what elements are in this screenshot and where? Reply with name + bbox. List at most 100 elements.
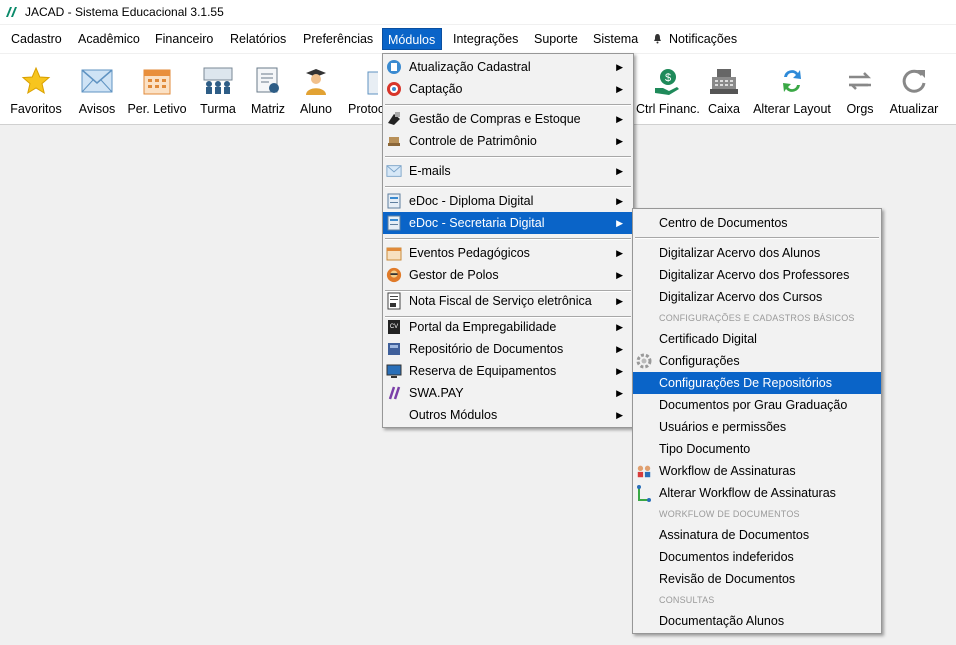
menu-item-portal-empregabilidade[interactable]: CV Portal da Empregabilidade ▶ bbox=[383, 316, 633, 338]
menu-separator bbox=[385, 238, 631, 240]
star-icon bbox=[21, 66, 51, 95]
menu-item-digitalizar-cursos[interactable]: Digitalizar Acervo dos Cursos bbox=[633, 286, 881, 308]
toolbar-turma-button[interactable]: Turma bbox=[194, 54, 242, 124]
menu-item-swapay[interactable]: SWA.PAY ▶ bbox=[383, 382, 633, 404]
menu-item-configuracoes-repositorios[interactable]: Configurações De Repositórios bbox=[633, 372, 881, 394]
menu-item-nota-fiscal[interactable]: Nota Fiscal de Serviço eletrônica ▶ bbox=[383, 290, 633, 312]
toolbar-alterar-layout-button[interactable]: Alterar Layout bbox=[751, 54, 833, 124]
menu-item-label: Outros Módulos bbox=[409, 408, 498, 422]
menu-item-assinatura-documentos[interactable]: Assinatura de Documentos bbox=[633, 524, 881, 546]
cash-register-icon bbox=[710, 69, 738, 94]
toolbar-label: Favoritos bbox=[10, 102, 62, 116]
menu-item-edoc-secretaria[interactable]: eDoc - Secretaria Digital ▶ bbox=[383, 212, 633, 234]
menu-section-header: CONSULTAS bbox=[659, 595, 715, 605]
toolbar-label: Per. Letivo bbox=[127, 102, 187, 116]
jacad-logo-icon bbox=[6, 7, 17, 17]
menu-item-label: Portal da Empregabilidade bbox=[409, 320, 557, 334]
menu-item-atualizacao-cadastral[interactable]: Atualização Cadastral ▶ bbox=[383, 56, 633, 78]
menu-cadastro[interactable]: Cadastro bbox=[6, 28, 67, 50]
svg-text:CV: CV bbox=[390, 324, 398, 330]
bell-icon bbox=[654, 34, 661, 44]
menu-academico[interactable]: Acadêmico bbox=[73, 28, 145, 50]
menu-item-repositorio-documentos[interactable]: Repositório de Documentos ▶ bbox=[383, 338, 633, 360]
notificacoes-label: Notificações bbox=[669, 32, 738, 46]
menu-item-reserva-equipamentos[interactable]: Reserva de Equipamentos ▶ bbox=[383, 360, 633, 382]
menu-item-emails[interactable]: E-mails ▶ bbox=[383, 160, 633, 182]
menu-separator bbox=[385, 186, 631, 188]
menu-item-captacao[interactable]: Captação ▶ bbox=[383, 78, 633, 100]
menu-item-documentos-grau[interactable]: Documentos por Grau Graduação bbox=[633, 394, 881, 416]
menu-item-label: Certificado Digital bbox=[659, 332, 757, 346]
toolbar-protocolo-button[interactable]: Protoc bbox=[344, 54, 384, 124]
toolbar-label: Matriz bbox=[250, 102, 286, 116]
swapay-icon bbox=[388, 386, 401, 400]
menu-item-label: Captação bbox=[409, 82, 463, 96]
toolbar-per-letivo-button[interactable]: Per. Letivo bbox=[126, 54, 188, 124]
toolbar-orgs-button[interactable]: Orgs bbox=[840, 54, 880, 124]
menu-item-edoc-diploma[interactable]: eDoc - Diploma Digital ▶ bbox=[383, 190, 633, 212]
toolbar-ctrl-financ-button[interactable]: $ Ctrl Financ. bbox=[636, 54, 700, 124]
menu-item-label: Centro de Documentos bbox=[659, 216, 788, 230]
toolbar-atualizar-button[interactable]: Atualizar bbox=[888, 54, 940, 124]
events-icon bbox=[386, 247, 402, 261]
menu-item-workflow-assinaturas[interactable]: Workflow de Assinaturas bbox=[633, 460, 881, 482]
menu-modulos[interactable]: Módulos bbox=[382, 28, 442, 50]
toolbar-label: Protoc bbox=[348, 102, 384, 116]
toolbar-aluno-button[interactable]: Aluno bbox=[295, 54, 337, 124]
menu-item-documentos-indeferidos[interactable]: Documentos indeferidos bbox=[633, 546, 881, 568]
menu-item-outros-modulos[interactable]: Outros Módulos ▶ bbox=[383, 404, 633, 426]
menu-item-usuarios-permissoes[interactable]: Usuários e permissões bbox=[633, 416, 881, 438]
submenu-arrow-icon: ▶ bbox=[616, 114, 623, 124]
submenu-arrow-icon: ▶ bbox=[616, 388, 623, 398]
protocol-icon bbox=[367, 71, 378, 95]
menu-sistema[interactable]: Sistema bbox=[588, 28, 643, 50]
menu-item-certificado-digital[interactable]: Certificado Digital bbox=[633, 328, 881, 350]
menu-preferencias[interactable]: Preferências bbox=[298, 28, 378, 50]
toolbar-caixa-button[interactable]: Caixa bbox=[702, 54, 746, 124]
menu-item-centro-documentos[interactable]: Centro de Documentos bbox=[633, 212, 881, 234]
menu-financeiro[interactable]: Financeiro bbox=[150, 28, 218, 50]
menu-item-label: Configurações bbox=[659, 354, 740, 368]
menu-notificacoes[interactable]: Notificações bbox=[648, 28, 742, 50]
menu-item-label: Workflow de Assinaturas bbox=[659, 464, 796, 478]
menu-item-label: Repositório de Documentos bbox=[409, 342, 564, 356]
invoice-icon bbox=[387, 292, 401, 310]
submenu-arrow-icon: ▶ bbox=[616, 196, 623, 206]
menu-item-eventos-pedagogicos[interactable]: Eventos Pedagógicos ▶ bbox=[383, 242, 633, 264]
menu-item-configuracoes[interactable]: Configurações bbox=[633, 350, 881, 372]
menu-item-documentacao-alunos[interactable]: Documentação Alunos bbox=[633, 610, 881, 632]
menu-relatorios[interactable]: Relatórios bbox=[225, 28, 291, 50]
toolbar-matriz-button[interactable]: Matriz bbox=[247, 54, 289, 124]
menu-suporte[interactable]: Suporte bbox=[529, 28, 583, 50]
menu-integracoes[interactable]: Integrações bbox=[448, 28, 523, 50]
submenu-arrow-icon: ▶ bbox=[616, 410, 623, 420]
secretaria-icon bbox=[387, 215, 401, 231]
menu-item-gestao-compras[interactable]: Gestão de Compras e Estoque ▶ bbox=[383, 108, 633, 130]
swap-layout-icon bbox=[783, 70, 801, 92]
menu-item-alterar-workflow[interactable]: Alterar Workflow de Assinaturas bbox=[633, 482, 881, 504]
submenu-arrow-icon: ▶ bbox=[616, 248, 623, 258]
toolbar-label: Caixa bbox=[708, 102, 740, 116]
submenu-arrow-icon: ▶ bbox=[616, 218, 623, 228]
menu-item-label: E-mails bbox=[409, 164, 451, 178]
toolbar-label: Alterar Layout bbox=[753, 102, 831, 116]
submenu-arrow-icon: ▶ bbox=[616, 366, 623, 376]
menu-item-digitalizar-professores[interactable]: Digitalizar Acervo dos Professores bbox=[633, 264, 881, 286]
menu-item-label: Revisão de Documentos bbox=[659, 572, 796, 586]
capture-icon bbox=[387, 82, 401, 96]
toolbar-avisos-button[interactable]: Avisos bbox=[72, 54, 122, 124]
menu-item-tipo-documento[interactable]: Tipo Documento bbox=[633, 438, 881, 460]
submenu-arrow-icon: ▶ bbox=[616, 296, 623, 306]
poles-icon bbox=[386, 267, 402, 283]
menu-item-label: Alterar Workflow de Assinaturas bbox=[659, 486, 836, 500]
menu-item-digitalizar-alunos[interactable]: Digitalizar Acervo dos Alunos bbox=[633, 242, 881, 264]
heritage-icon bbox=[388, 137, 400, 146]
menu-item-label: Documentos indeferidos bbox=[659, 550, 794, 564]
toolbar-favoritos-button[interactable]: Favoritos bbox=[7, 54, 65, 124]
menu-item-controle-patrimonio[interactable]: Controle de Patrimônio ▶ bbox=[383, 130, 633, 152]
menu-item-revisao-documentos[interactable]: Revisão de Documentos bbox=[633, 568, 881, 590]
menu-item-label: Reserva de Equipamentos bbox=[409, 364, 557, 378]
menu-item-gestor-polos[interactable]: Gestor de Polos ▶ bbox=[383, 264, 633, 286]
gear-icon bbox=[636, 353, 652, 369]
menu-item-label: Documentação Alunos bbox=[659, 614, 785, 628]
